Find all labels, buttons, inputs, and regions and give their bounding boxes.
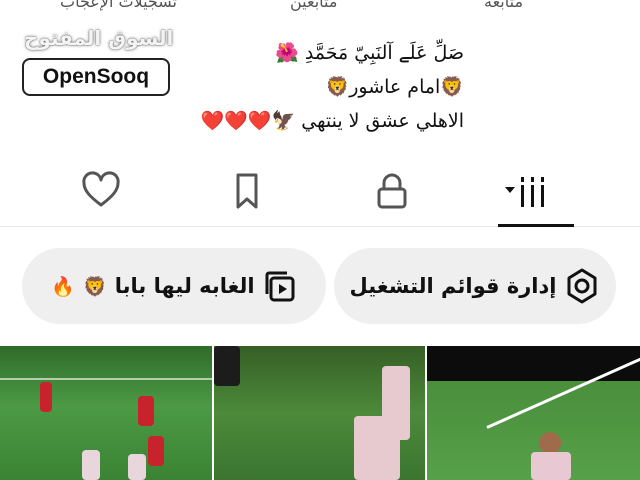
lion-icon: 🦁	[325, 76, 350, 98]
video-grid	[0, 346, 640, 480]
video-thumbnail[interactable]	[214, 346, 425, 480]
tab-videos[interactable]	[501, 168, 551, 214]
video-thumbnail[interactable]	[0, 346, 212, 480]
videos-grid-icon	[505, 177, 544, 207]
fire-icon: 🔥	[51, 275, 76, 298]
lion-icon: 🦁	[83, 275, 107, 298]
gear-icon	[567, 268, 597, 304]
bookmark-icon	[236, 173, 258, 209]
profile-stats: تسجيلات الإعجاب متابعين متابعة	[0, 0, 640, 18]
playlist-label: الغابه ليها بابا	[114, 274, 255, 298]
playlist-item[interactable]: الغابه ليها بابا 🦁 🔥	[22, 248, 326, 324]
followers-label[interactable]: متابعين	[290, 0, 337, 11]
lion-icon: 🦁	[440, 76, 464, 98]
bio-line-3: الاهلي عشق لا ينتهي 🦅❤️❤️❤️	[164, 108, 464, 134]
playlist-icon	[265, 271, 295, 302]
following-label[interactable]: متابعة	[484, 0, 523, 11]
heart-emoji-icons: ❤️❤️❤️	[200, 110, 272, 132]
tab-favorites[interactable]	[222, 168, 272, 214]
tab-private[interactable]	[367, 168, 417, 214]
opensooq-logo: OpenSooq	[22, 58, 170, 96]
hibiscus-icon: 🌺	[275, 42, 299, 64]
tab-liked[interactable]	[76, 168, 126, 214]
profile-tabs	[0, 160, 640, 227]
active-tab-indicator	[498, 224, 574, 227]
bio-line-1-text: صَلِّ عَلَے آلنَبِيّ مَحَمَّدِ	[304, 42, 464, 64]
heart-icon	[82, 171, 120, 207]
manage-playlists-button[interactable]: إدارة قوائم التشغيل	[334, 248, 616, 324]
video-thumbnail[interactable]	[427, 346, 640, 480]
manage-playlists-label: إدارة قوائم التشغيل	[349, 274, 557, 298]
lock-icon	[377, 173, 407, 209]
likes-label[interactable]: تسجيلات الإعجاب	[60, 0, 177, 11]
bio-line-1: صَلِّ عَلَے آلنَبِيّ مَحَمَّدِ 🌺	[164, 40, 464, 66]
bio-line-2-text: امام عاشور	[349, 76, 441, 98]
bio-line-2: 🦁امام عاشور🦁	[164, 74, 464, 100]
eagle-icon: 🦅	[271, 110, 296, 132]
watermark-text: السوق المفتوح	[24, 26, 174, 50]
bio-line-3-text: الاهلي عشق لا ينتهي	[301, 110, 464, 132]
